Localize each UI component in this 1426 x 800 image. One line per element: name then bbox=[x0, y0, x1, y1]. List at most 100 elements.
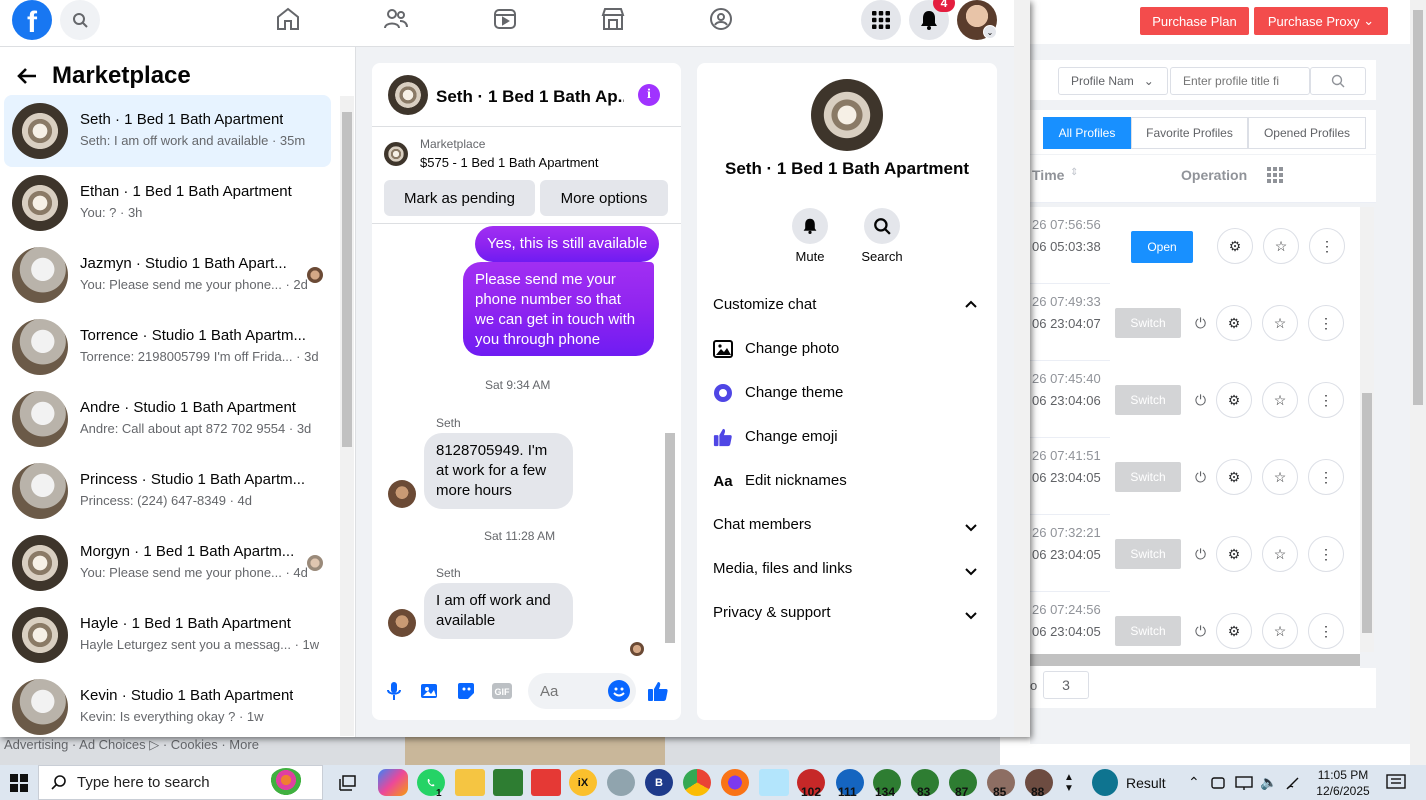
window-scrollbar[interactable] bbox=[1410, 0, 1426, 765]
more-icon[interactable]: ⋮ bbox=[1308, 382, 1344, 418]
tab-opened-profiles[interactable]: Opened Profiles bbox=[1248, 117, 1366, 149]
more-icon[interactable]: ⋮ bbox=[1308, 459, 1344, 495]
chat-members-header[interactable]: Chat members bbox=[713, 516, 811, 533]
app-icon[interactable] bbox=[607, 769, 635, 796]
conversation-item[interactable]: Torrence · Studio 1 Bath Apartm... Torre… bbox=[4, 311, 331, 383]
gear-icon[interactable]: ⚙ bbox=[1216, 305, 1252, 341]
chat-scrollbar[interactable] bbox=[664, 228, 677, 653]
gear-icon[interactable]: ⚙ bbox=[1216, 459, 1252, 495]
chat-avatar[interactable] bbox=[388, 75, 428, 115]
chat-scrollbar-thumb[interactable] bbox=[665, 433, 675, 643]
search-label[interactable]: Search bbox=[852, 249, 912, 264]
switch-button[interactable]: Switch bbox=[1115, 539, 1181, 569]
conversation-item[interactable]: Hayle · 1 Bed 1 Bath Apartment Hayle Let… bbox=[4, 599, 331, 671]
image-icon[interactable] bbox=[418, 679, 442, 703]
chrome-icon[interactable] bbox=[683, 769, 711, 796]
conversation-item[interactable]: Kevin · Studio 1 Bath Apartment Kevin: I… bbox=[4, 671, 331, 737]
search-icon[interactable] bbox=[1310, 67, 1366, 95]
more-icon[interactable]: ⋮ bbox=[1308, 305, 1344, 341]
gear-icon[interactable]: ⚙ bbox=[1217, 228, 1253, 264]
star-icon[interactable]: ☆ bbox=[1263, 228, 1299, 264]
facebook-logo-icon[interactable]: f bbox=[12, 0, 52, 40]
gear-icon[interactable]: ⚙ bbox=[1216, 536, 1252, 572]
conversation-item[interactable]: Princess · Studio 1 Bath Apartm... Princ… bbox=[4, 455, 331, 527]
more-options-button[interactable]: More options bbox=[540, 180, 668, 216]
power-icon[interactable]: ⏻ bbox=[1195, 469, 1206, 486]
power-icon[interactable]: ⏻ bbox=[1195, 546, 1206, 563]
window-scrollbar-thumb[interactable] bbox=[1413, 10, 1423, 405]
pen-icon[interactable] bbox=[1285, 765, 1301, 800]
more-icon[interactable]: ⋮ bbox=[1308, 613, 1344, 649]
switch-button[interactable]: Switch bbox=[1115, 462, 1181, 492]
privacy-support-header[interactable]: Privacy & support bbox=[713, 604, 831, 621]
sidebar-scrollbar[interactable] bbox=[340, 96, 354, 736]
ix-icon[interactable]: iX bbox=[569, 769, 597, 796]
conversation-item[interactable]: Jazmyn · Studio 1 Bath Apart... You: Ple… bbox=[4, 239, 331, 311]
conversation-item[interactable]: Morgyn · 1 Bed 1 Bath Apartm... You: Ple… bbox=[4, 527, 331, 599]
page-scrollbar[interactable] bbox=[1014, 0, 1030, 737]
notepad-icon[interactable] bbox=[493, 769, 523, 796]
open-button[interactable]: Open bbox=[1131, 231, 1193, 263]
taskbar-search[interactable]: Type here to search bbox=[38, 765, 323, 800]
change-emoji-option[interactable]: Change emoji bbox=[745, 428, 838, 445]
file-explorer-icon[interactable] bbox=[455, 769, 485, 796]
tab-all-profiles[interactable]: All Profiles bbox=[1043, 117, 1131, 149]
horizontal-scrollbar[interactable] bbox=[1030, 654, 1360, 666]
power-icon[interactable]: ⏻ bbox=[1195, 315, 1206, 332]
weather-icon[interactable] bbox=[1092, 769, 1118, 796]
conversation-item[interactable]: Andre · Studio 1 Bath Apartment Andre: C… bbox=[4, 383, 331, 455]
info-icon[interactable]: i bbox=[638, 84, 660, 106]
star-icon[interactable]: ☆ bbox=[1262, 459, 1298, 495]
more-icon[interactable]: ⋮ bbox=[1309, 228, 1345, 264]
sticker-icon[interactable] bbox=[454, 679, 478, 703]
profile-name-select[interactable]: Profile Nam ⌄ bbox=[1058, 67, 1168, 95]
purchase-proxy-button[interactable]: Purchase Proxy ⌄ bbox=[1254, 7, 1388, 35]
conversation-item[interactable]: Seth · 1 Bed 1 Bath Apartment Seth: I am… bbox=[4, 95, 331, 167]
conversation-item[interactable]: Ethan · 1 Bed 1 Bath Apartment You: ? · … bbox=[4, 167, 331, 239]
switch-button[interactable]: Switch bbox=[1115, 385, 1181, 415]
microphone-icon[interactable] bbox=[382, 679, 406, 703]
marketplace-icon[interactable] bbox=[598, 4, 628, 34]
purchase-plan-button[interactable]: Purchase Plan bbox=[1140, 7, 1249, 35]
gear-icon[interactable]: ⚙ bbox=[1216, 382, 1252, 418]
home-icon[interactable] bbox=[273, 4, 303, 34]
volume-icon[interactable]: 🔈 bbox=[1260, 765, 1277, 800]
tab-favorite-profiles[interactable]: Favorite Profiles bbox=[1131, 117, 1248, 149]
power-icon[interactable]: ⏻ bbox=[1195, 623, 1206, 640]
network-icon[interactable] bbox=[1235, 765, 1253, 800]
firefox-icon[interactable] bbox=[721, 769, 749, 796]
star-icon[interactable]: ☆ bbox=[1262, 382, 1298, 418]
gif-icon[interactable]: GIF bbox=[490, 679, 514, 703]
table-scrollbar[interactable] bbox=[1360, 207, 1374, 652]
search-icon[interactable] bbox=[60, 0, 100, 40]
task-view-icon[interactable] bbox=[333, 769, 363, 796]
chevron-down-icon[interactable]: ⌄ bbox=[983, 25, 997, 39]
change-theme-option[interactable]: Change theme bbox=[745, 384, 843, 401]
chevron-up-icon[interactable]: ⌃ bbox=[1188, 765, 1200, 800]
watch-icon[interactable] bbox=[490, 4, 520, 34]
menu-grid-icon[interactable] bbox=[861, 0, 901, 40]
notification-center-icon[interactable] bbox=[1386, 765, 1406, 800]
listing-title[interactable]: $575 - 1 Bed 1 Bath Apartment bbox=[420, 155, 599, 170]
friends-icon[interactable] bbox=[381, 4, 411, 34]
switch-button[interactable]: Switch bbox=[1115, 308, 1181, 338]
chevron-down-icon[interactable] bbox=[965, 521, 977, 535]
chevron-up-icon[interactable] bbox=[965, 297, 977, 311]
chevron-down-icon[interactable] bbox=[965, 565, 977, 579]
sort-icon[interactable]: ⇕ bbox=[1070, 167, 1078, 178]
chat-title[interactable]: Seth · 1 Bed 1 Bath Ap... bbox=[436, 87, 624, 107]
grid-icon[interactable] bbox=[1267, 167, 1283, 186]
star-icon[interactable]: ☆ bbox=[1262, 613, 1298, 649]
chevron-down-icon[interactable] bbox=[965, 609, 977, 623]
anydesk-icon[interactable] bbox=[531, 769, 561, 796]
taskbar-scroll-icon[interactable]: ▲ ▼ bbox=[1064, 765, 1074, 800]
profile-title-input[interactable] bbox=[1170, 67, 1310, 95]
media-files-header[interactable]: Media, files and links bbox=[713, 560, 852, 577]
avatar[interactable] bbox=[811, 79, 883, 151]
col-time[interactable]: Time bbox=[1032, 167, 1064, 183]
groups-icon[interactable] bbox=[706, 4, 736, 34]
bell-icon[interactable] bbox=[792, 208, 828, 244]
star-icon[interactable]: ☆ bbox=[1262, 536, 1298, 572]
thumbs-up-icon[interactable] bbox=[646, 679, 670, 703]
customize-chat-header[interactable]: Customize chat bbox=[713, 296, 816, 313]
